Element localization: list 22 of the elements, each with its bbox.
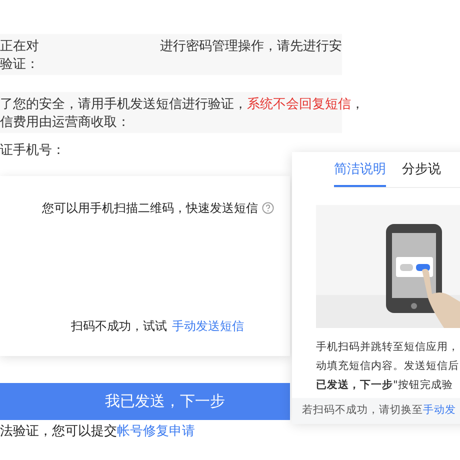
instruction-text: 动填充短信内容。发送短信后 bbox=[316, 359, 460, 374]
sms-notice-text: 了您的安全，请用手机发送短信进行验证， bbox=[0, 97, 247, 112]
footer-link[interactable]: 手动发 bbox=[423, 403, 456, 419]
manual-send-link[interactable]: 手动发送短信 bbox=[172, 317, 244, 335]
sms-notice-text: 信费用由运营商收取： bbox=[0, 115, 130, 130]
notice-text: 进行密码管理操作，请先进行安 bbox=[160, 38, 342, 56]
repair-text: 法验证，您可以提交 bbox=[0, 423, 117, 441]
repair-link[interactable]: 帐号修复申请 bbox=[117, 422, 195, 442]
instruction-text: 已发送，下一步"按钮完成验 bbox=[316, 378, 454, 393]
next-button[interactable]: 我已发送，下一步 bbox=[0, 383, 290, 420]
sms-notice-text: ， bbox=[351, 97, 364, 112]
fail-text: 扫码不成功，试试 bbox=[71, 318, 167, 335]
notice-text: 验证： bbox=[0, 57, 39, 72]
help-icon bbox=[262, 202, 274, 214]
popover-tab[interactable]: 简洁说明 bbox=[334, 160, 386, 187]
warning-text: 系统不会回复短信 bbox=[247, 97, 351, 112]
instruction-text: 手机扫码并跳转至短信应用， bbox=[316, 340, 460, 355]
phone-label: 证手机号： bbox=[0, 143, 65, 158]
notice-text: 正在对 bbox=[0, 38, 40, 56]
popover-tab[interactable]: 分步说 bbox=[402, 160, 441, 187]
footer-text: 若扫码不成功，请切换至 bbox=[302, 403, 423, 418]
qr-hint: 您可以用手机扫描二维码，快速发送短信 bbox=[42, 200, 258, 217]
